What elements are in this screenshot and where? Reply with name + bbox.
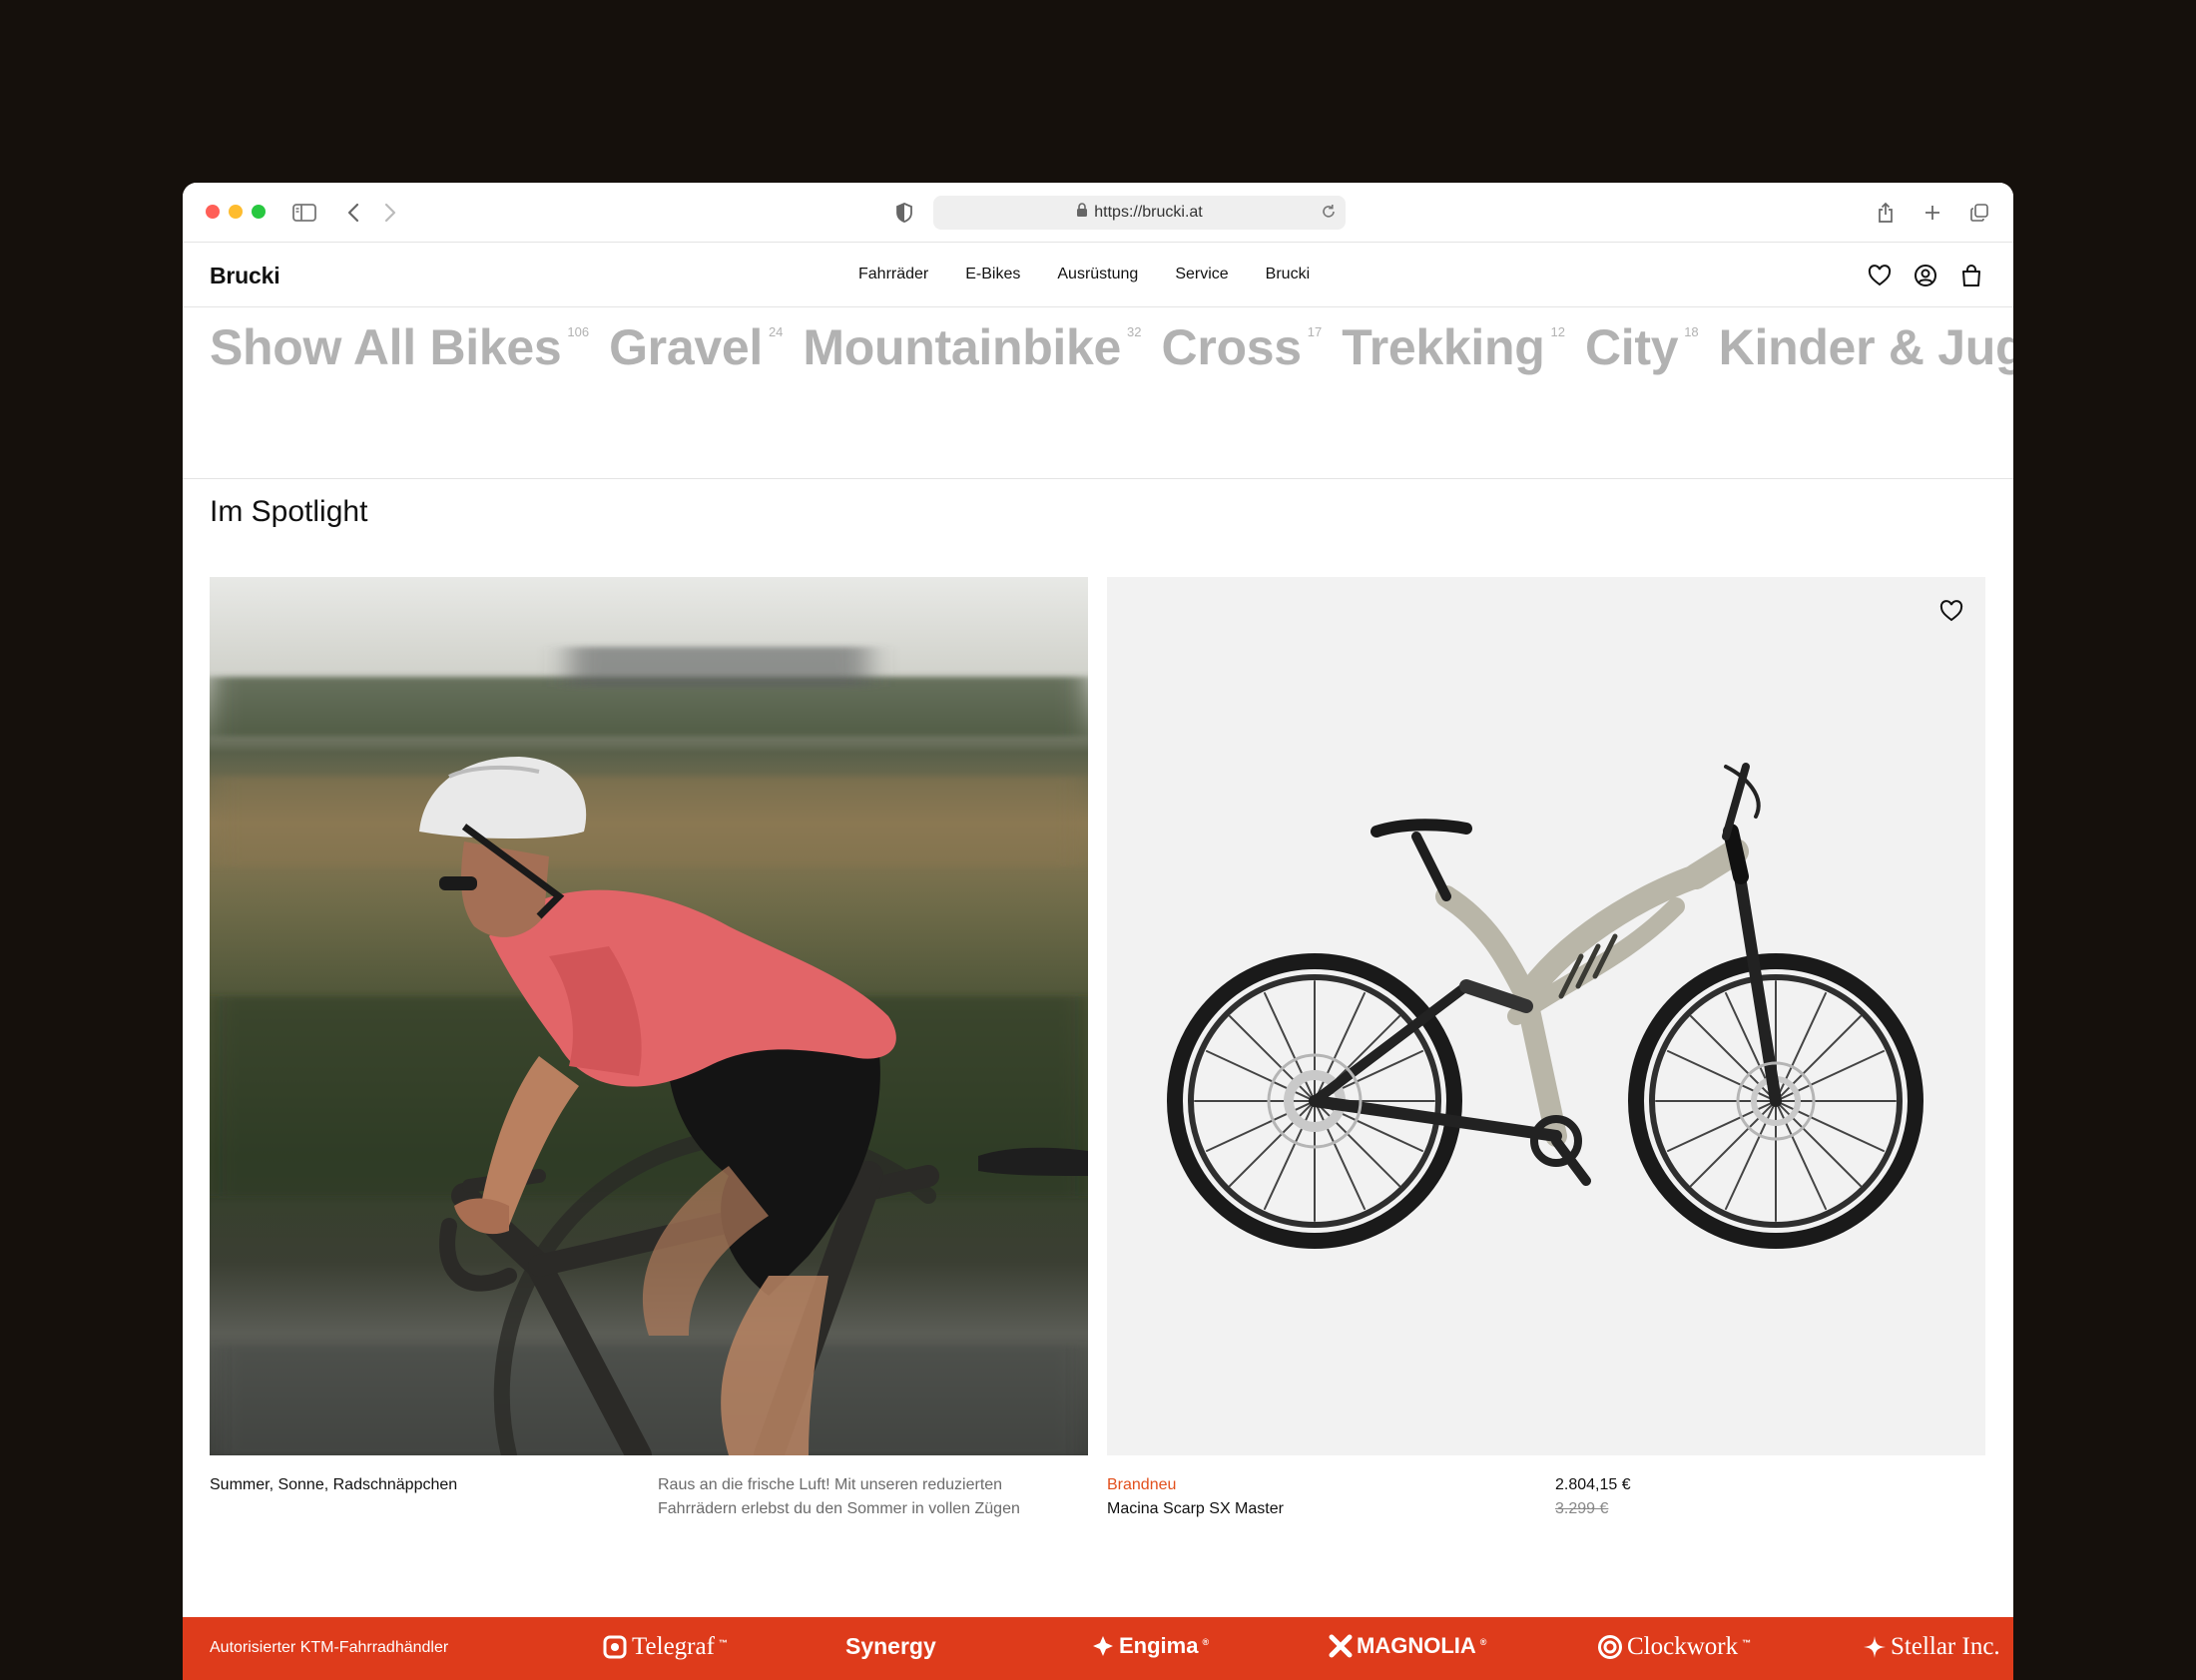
category-trekking[interactable]: Trekking 12 xyxy=(1342,322,1565,372)
category-cross[interactable]: Cross 17 xyxy=(1162,322,1323,372)
brand-name: Stellar Inc. xyxy=(1891,1633,2000,1660)
category-name: Kinder & Jugend xyxy=(1718,319,2013,375)
menu-item-ausruestung[interactable]: Ausrüstung xyxy=(1057,266,1138,283)
feature-title[interactable]: Summer, Sonne, Radschnäppchen xyxy=(210,1473,457,1497)
back-icon[interactable] xyxy=(338,198,368,228)
category-name: Gravel xyxy=(609,319,763,375)
bag-icon[interactable] xyxy=(1956,261,1986,290)
magnolia-icon xyxy=(1329,1634,1353,1658)
header-actions xyxy=(1865,261,1986,290)
brand-logo-stellar: Stellar Inc. xyxy=(1863,1633,2000,1661)
category-count: 32 xyxy=(1127,324,1142,339)
brand-name: Synergy xyxy=(845,1633,936,1659)
dealer-text: Autorisierter KTM-Fahrradhändler xyxy=(210,1639,449,1656)
product-image-mountainbike[interactable] xyxy=(1107,577,1985,1455)
category-name: Mountainbike xyxy=(803,319,1122,375)
category-show-all-bikes[interactable]: Show All Bikes 106 xyxy=(210,322,589,372)
brand-name: MAGNOLIA xyxy=(1357,1633,1476,1658)
forward-icon[interactable] xyxy=(375,198,405,228)
menu-item-service[interactable]: Service xyxy=(1175,266,1228,283)
category-name: Trekking xyxy=(1342,319,1545,375)
window-controls xyxy=(206,205,266,219)
close-window-button[interactable] xyxy=(206,205,220,219)
browser-toolbar: https://brucki.at xyxy=(183,183,2013,243)
menu-item-fahrraeder[interactable]: Fahrräder xyxy=(858,266,928,283)
brand-logo-magnolia: MAGNOLIA ® xyxy=(1329,1633,1486,1659)
category-gravel[interactable]: Gravel 24 xyxy=(609,322,783,372)
privacy-shield-icon[interactable] xyxy=(889,198,919,228)
site-logo[interactable]: Brucki xyxy=(210,263,280,289)
address-bar[interactable]: https://brucki.at xyxy=(933,196,1346,230)
category-name: City xyxy=(1584,319,1679,375)
brand-name: Telegraf xyxy=(632,1633,715,1660)
category-count: 24 xyxy=(768,324,784,339)
menu-item-brucki[interactable]: Brucki xyxy=(1266,266,1310,283)
url-text: https://brucki.at xyxy=(1094,204,1203,221)
category-name: Cross xyxy=(1161,319,1303,375)
tab-overview-icon[interactable] xyxy=(1964,198,1994,228)
feature-image-cyclist[interactable] xyxy=(210,577,1088,1455)
brand-band: Autorisierter KTM-Fahrradhändler Telegra… xyxy=(183,1617,2013,1680)
feature-description-line2: Fahrrädern erlebst du den Sommer in voll… xyxy=(658,1500,1020,1517)
lock-icon xyxy=(1076,203,1088,223)
engima-icon xyxy=(1093,1636,1113,1656)
category-count: 12 xyxy=(1550,324,1565,339)
product-name[interactable]: Macina Scarp SX Master xyxy=(1107,1497,1284,1521)
category-list: Show All Bikes 106 Gravel 24 Mountainbik… xyxy=(210,322,2013,372)
account-icon[interactable] xyxy=(1911,261,1940,290)
spotlight-heading: Im Spotlight xyxy=(210,495,368,528)
brand-logo-telegraf: Telegraf ™ xyxy=(602,1633,728,1661)
telegraf-icon xyxy=(603,1635,627,1659)
reload-icon[interactable] xyxy=(1320,203,1338,226)
category-count: 18 xyxy=(1684,324,1699,339)
brand-name: Clockwork xyxy=(1627,1633,1739,1660)
browser-window: https://brucki.at Brucki Fahrräder E-Bik… xyxy=(183,183,2013,1680)
sidebar-toggle-icon[interactable] xyxy=(289,198,319,228)
brand-logo-clockwork: Clockwork ™ xyxy=(1597,1633,1751,1661)
brand-logo-synergy: Synergy xyxy=(845,1633,936,1660)
brand-logo-engima: Engima ® xyxy=(1091,1633,1209,1659)
wishlist-heart-icon[interactable] xyxy=(1935,595,1967,627)
main-menu: Fahrräder E-Bikes Ausrüstung Service Bru… xyxy=(858,266,1310,283)
heart-icon[interactable] xyxy=(1865,261,1895,290)
product-badge: Brandneu xyxy=(1107,1476,1177,1493)
category-name: Show All Bikes xyxy=(210,319,562,375)
product-old-price: 3.299 € xyxy=(1555,1500,1609,1517)
share-icon[interactable] xyxy=(1871,198,1901,228)
menu-item-e-bikes[interactable]: E-Bikes xyxy=(965,266,1020,283)
product-price: 2.804,15 € xyxy=(1555,1476,1631,1493)
category-count: 106 xyxy=(567,324,590,339)
clockwork-icon xyxy=(1598,1635,1622,1659)
section-divider xyxy=(183,478,2013,479)
minimize-window-button[interactable] xyxy=(229,205,243,219)
zoom-window-button[interactable] xyxy=(252,205,266,219)
brand-name: Engima xyxy=(1119,1633,1199,1658)
feature-description-line1: Raus an die frische Luft! Mit unseren re… xyxy=(658,1476,1003,1493)
new-tab-icon[interactable] xyxy=(1918,198,1947,228)
category-mountainbike[interactable]: Mountainbike 32 xyxy=(803,322,1141,372)
category-kinder-jugend[interactable]: Kinder & Jugend 5 xyxy=(1719,322,2013,372)
category-city[interactable]: City 18 xyxy=(1585,322,1699,372)
site-header: Brucki Fahrräder E-Bikes Ausrüstung Serv… xyxy=(183,243,2013,307)
category-count: 17 xyxy=(1307,324,1323,339)
stellar-star-icon xyxy=(1864,1636,1886,1658)
